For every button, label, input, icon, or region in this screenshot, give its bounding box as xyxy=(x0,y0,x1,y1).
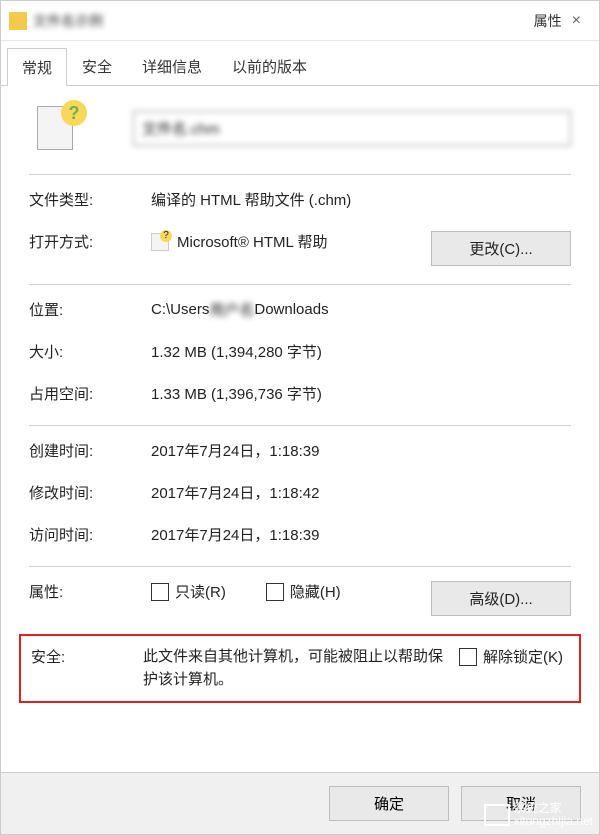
row-created: 创建时间: 2017年7月24日，1:18:39 xyxy=(29,440,571,464)
label-accessed: 访问时间: xyxy=(29,524,151,545)
window-title-suffix: 属性 xyxy=(534,11,562,31)
filename-input[interactable]: 文件名.chm xyxy=(133,111,571,146)
row-modified: 修改时间: 2017年7月24日，1:18:42 xyxy=(29,482,571,506)
openwith-app-name: Microsoft® HTML 帮助 xyxy=(177,231,328,252)
tab-bar: 常规 安全 详细信息 以前的版本 xyxy=(1,47,599,86)
filename-row: ? 文件名.chm xyxy=(29,104,571,152)
row-filetype: 文件类型: 编译的 HTML 帮助文件 (.chm) xyxy=(29,189,571,213)
file-type-icon: ? xyxy=(35,104,83,152)
value-created: 2017年7月24日，1:18:39 xyxy=(151,440,571,461)
label-location: 位置: xyxy=(29,299,151,320)
tab-details[interactable]: 详细信息 xyxy=(127,47,217,85)
checkbox-readonly-wrap[interactable]: 只读(R) xyxy=(151,581,226,602)
house-icon xyxy=(484,804,510,826)
checkbox-readonly[interactable] xyxy=(151,583,169,601)
label-readonly: 只读(R) xyxy=(175,581,226,602)
row-attributes: 属性: 只读(R) 隐藏(H) 高级(D)... xyxy=(29,581,571,616)
help-file-icon xyxy=(151,233,169,251)
properties-dialog: 文件名示例 属性 × 常规 安全 详细信息 以前的版本 ? 文件名.chm 文件… xyxy=(0,0,600,835)
checkbox-hidden-wrap[interactable]: 隐藏(H) xyxy=(266,581,341,602)
label-size: 大小: xyxy=(29,341,151,362)
label-filetype: 文件类型: xyxy=(29,189,151,210)
advanced-button[interactable]: 高级(D)... xyxy=(431,581,571,616)
value-openwith: Microsoft® HTML 帮助 xyxy=(151,231,431,252)
checkbox-unlock-wrap[interactable]: 解除锁定(K) xyxy=(451,646,571,667)
ok-button[interactable]: 确定 xyxy=(329,786,449,821)
window-title-filename: 文件名示例 xyxy=(33,11,530,31)
separator xyxy=(29,566,571,567)
checkbox-hidden[interactable] xyxy=(266,583,284,601)
separator xyxy=(29,284,571,285)
label-hidden: 隐藏(H) xyxy=(290,581,341,602)
row-accessed: 访问时间: 2017年7月24日，1:18:39 xyxy=(29,524,571,548)
tab-general[interactable]: 常规 xyxy=(7,48,67,86)
dialog-footer: 确定 取消 系统之家 xitongzhijia.net xyxy=(1,772,599,834)
label-modified: 修改时间: xyxy=(29,482,151,503)
watermark-text: 系统之家 xitongzhijia.net xyxy=(514,802,593,828)
label-created: 创建时间: xyxy=(29,440,151,461)
value-location: C:\Users用户名Downloads xyxy=(151,299,571,320)
label-sizeondisk: 占用空间: xyxy=(29,383,151,404)
row-location: 位置: C:\Users用户名Downloads xyxy=(29,299,571,323)
security-description: 此文件来自其他计算机，可能被阻止以帮助保护该计算机。 xyxy=(143,646,451,691)
close-icon[interactable]: × xyxy=(562,12,591,30)
row-openwith: 打开方式: Microsoft® HTML 帮助 更改(C)... xyxy=(29,231,571,266)
label-openwith: 打开方式: xyxy=(29,231,151,252)
tab-security[interactable]: 安全 xyxy=(67,47,127,85)
row-sizeondisk: 占用空间: 1.33 MB (1,396,736 字节) xyxy=(29,383,571,407)
label-unlock: 解除锁定(K) xyxy=(483,646,563,667)
value-accessed: 2017年7月24日，1:18:39 xyxy=(151,524,571,545)
checkbox-unlock[interactable] xyxy=(459,648,477,666)
separator xyxy=(29,425,571,426)
security-highlight-box: 安全: 此文件来自其他计算机，可能被阻止以帮助保护该计算机。 解除锁定(K) xyxy=(19,634,581,703)
value-size: 1.32 MB (1,394,280 字节) xyxy=(151,341,571,362)
tab-previous-versions[interactable]: 以前的版本 xyxy=(217,47,322,85)
value-filetype: 编译的 HTML 帮助文件 (.chm) xyxy=(151,189,571,210)
tab-content-general: ? 文件名.chm 文件类型: 编译的 HTML 帮助文件 (.chm) 打开方… xyxy=(1,86,599,713)
titlebar: 文件名示例 属性 × xyxy=(1,1,599,41)
separator xyxy=(29,174,571,175)
label-attributes: 属性: xyxy=(29,581,151,602)
watermark: 系统之家 xitongzhijia.net xyxy=(484,802,593,828)
value-attributes: 只读(R) 隐藏(H) xyxy=(151,581,431,602)
row-size: 大小: 1.32 MB (1,394,280 字节) xyxy=(29,341,571,365)
value-modified: 2017年7月24日，1:18:42 xyxy=(151,482,571,503)
label-security: 安全: xyxy=(21,646,143,667)
file-icon-small xyxy=(9,12,27,30)
value-sizeondisk: 1.33 MB (1,396,736 字节) xyxy=(151,383,571,404)
change-button[interactable]: 更改(C)... xyxy=(431,231,571,266)
